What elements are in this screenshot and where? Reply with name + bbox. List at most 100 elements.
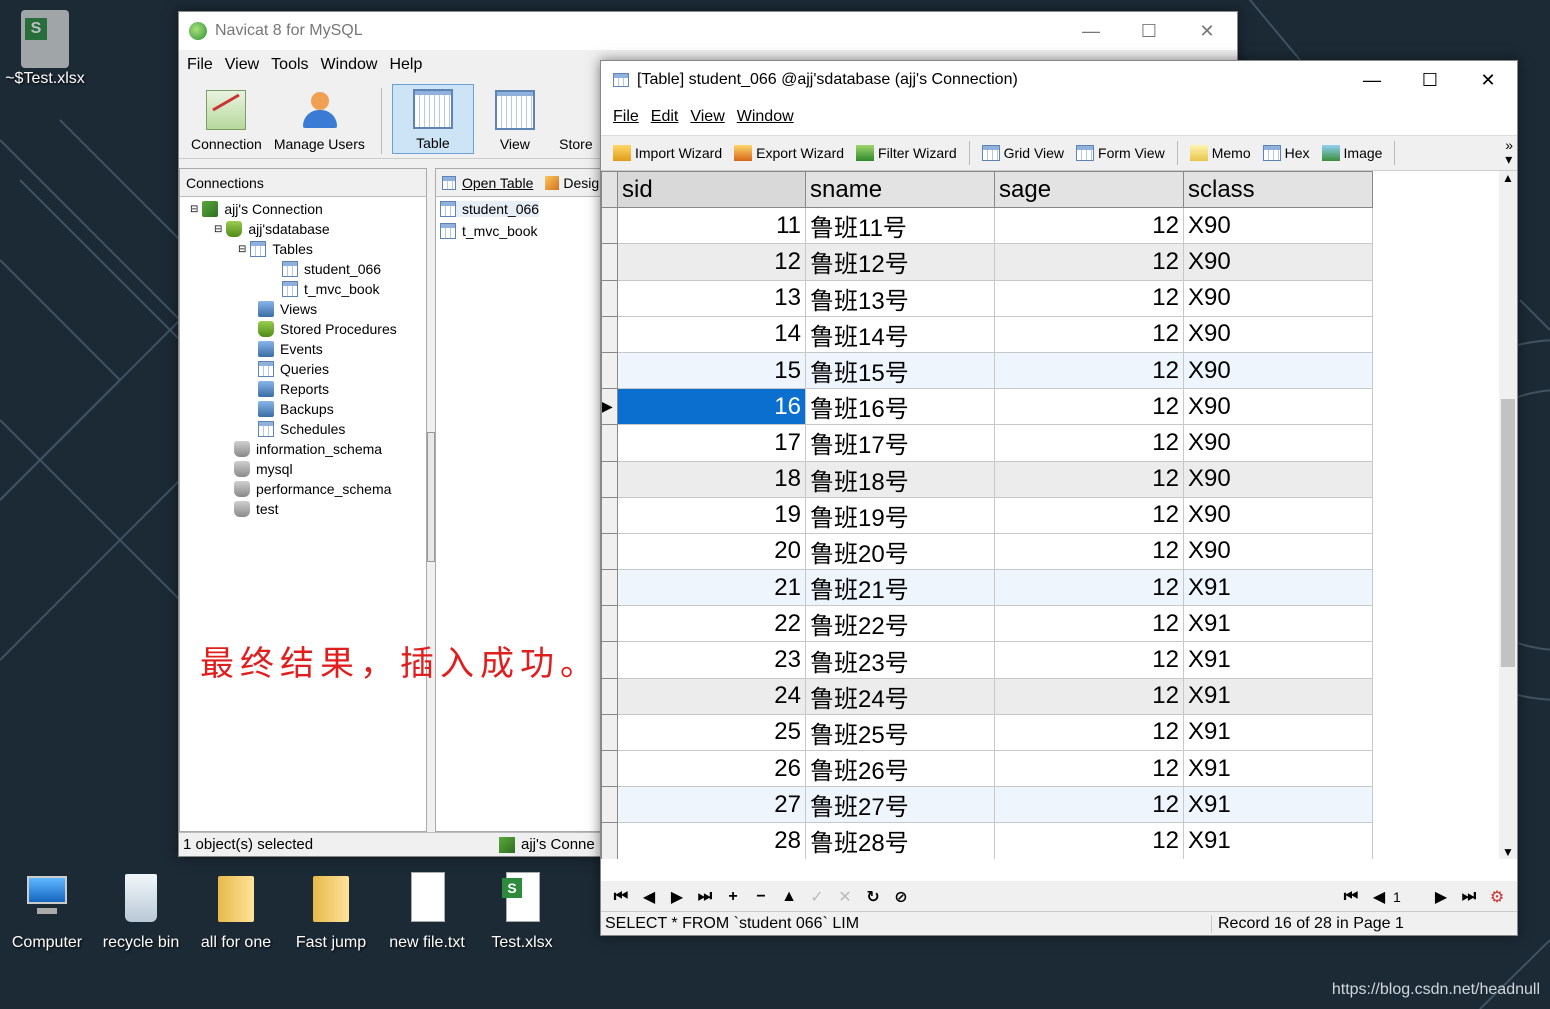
cell-sname[interactable]: 鲁班21号 <box>805 569 995 607</box>
page-settings-icon[interactable]: ⚙ <box>1483 887 1511 907</box>
cell-sid[interactable]: 15 <box>617 351 806 390</box>
table-row[interactable]: 18 鲁班18号 12 X90 <box>601 460 1373 498</box>
cell-sid[interactable]: 13 <box>617 279 806 317</box>
cell-sname[interactable]: 鲁班20号 <box>805 532 995 571</box>
table-row[interactable]: 25 鲁班25号 12 X91 <box>601 713 1373 752</box>
last-record-icon[interactable]: ⏭ <box>691 888 719 906</box>
close-button[interactable]: ✕ <box>1178 12 1236 50</box>
cell-sage[interactable]: 12 <box>994 713 1184 752</box>
cell-sclass[interactable]: X91 <box>1183 786 1373 824</box>
insert-record-icon[interactable]: + <box>719 888 747 906</box>
menu-edit[interactable]: Edit <box>645 108 685 126</box>
cell-sname[interactable]: 鲁班18号 <box>805 460 995 498</box>
cell-sname[interactable]: 鲁班15号 <box>805 351 995 390</box>
post-edit-icon[interactable]: ▲ <box>775 888 803 906</box>
menu-file[interactable]: File <box>179 56 219 74</box>
last-page-icon[interactable]: ⏭ <box>1455 888 1483 906</box>
first-page-icon[interactable]: ⏮ <box>1337 888 1365 906</box>
cell-sname[interactable]: 鲁班16号 <box>805 388 995 426</box>
menu-view[interactable]: View <box>219 56 265 74</box>
toolbar-overflow-icon[interactable]: » ▾ <box>1505 138 1513 166</box>
row-indicator[interactable] <box>601 532 618 571</box>
table-row[interactable]: 22 鲁班22号 12 X91 <box>601 605 1373 643</box>
menu-window[interactable]: Window <box>315 56 384 74</box>
cell-sid[interactable]: 17 <box>617 424 806 462</box>
cell-sage[interactable]: 12 <box>994 424 1184 462</box>
cell-sid[interactable]: 14 <box>617 315 806 353</box>
cell-sname[interactable]: 鲁班23号 <box>805 641 995 679</box>
table-button[interactable]: Table <box>391 84 474 154</box>
table-row[interactable]: 23 鲁班23号 12 X91 <box>601 641 1373 679</box>
desktop-icon-all-for-one[interactable]: all for one <box>191 870 281 952</box>
cell-sage[interactable]: 12 <box>994 351 1184 390</box>
cell-sclass[interactable]: X90 <box>1183 207 1373 245</box>
tree-connection[interactable]: ⊟ ajj's Connection <box>190 201 323 217</box>
minimize-button[interactable]: — <box>1343 61 1401 99</box>
tree-procedures[interactable]: Stored Procedures <box>258 321 397 337</box>
row-indicator[interactable] <box>601 460 618 498</box>
image-button[interactable]: Image <box>1316 145 1389 161</box>
menu-file[interactable]: File <box>607 108 645 126</box>
cell-sage[interactable]: 12 <box>994 677 1184 715</box>
table-row[interactable]: 17 鲁班17号 12 X90 <box>601 424 1373 462</box>
cell-sname[interactable]: 鲁班19号 <box>805 496 995 534</box>
cell-sage[interactable]: 12 <box>994 496 1184 534</box>
table-row[interactable]: 13 鲁班13号 12 X90 <box>601 279 1373 317</box>
tree-views[interactable]: Views <box>258 301 317 317</box>
row-indicator[interactable] <box>601 315 618 353</box>
row-indicator[interactable] <box>601 605 618 643</box>
column-header-sname[interactable]: sname <box>805 171 995 209</box>
tree-db-information-schema[interactable]: information_schema <box>234 441 382 457</box>
cell-sclass[interactable]: X91 <box>1183 677 1373 715</box>
cell-sid[interactable]: 18 <box>617 460 806 498</box>
table-row[interactable]: 27 鲁班27号 12 X91 <box>601 786 1373 824</box>
row-indicator[interactable] <box>601 786 618 824</box>
cell-sage[interactable]: 12 <box>994 279 1184 317</box>
cell-sid[interactable]: 27 <box>617 786 806 824</box>
cell-sname[interactable]: 鲁班25号 <box>805 713 995 752</box>
cell-sid[interactable]: 21 <box>617 569 806 607</box>
cell-sclass[interactable]: X90 <box>1183 351 1373 390</box>
design-table-button[interactable]: Desig <box>545 175 599 191</box>
scroll-down-icon[interactable]: ▼ <box>1499 845 1517 859</box>
tree-reports[interactable]: Reports <box>258 381 329 397</box>
tree-schedules[interactable]: Schedules <box>258 421 345 437</box>
table-row[interactable]: ▶ 16 鲁班16号 12 X90 <box>601 388 1373 426</box>
desktop-icon-temp-xlsx[interactable]: S ~$Test.xlsx <box>0 10 90 88</box>
cell-sid[interactable]: 22 <box>617 605 806 643</box>
cell-sname[interactable]: 鲁班14号 <box>805 315 995 353</box>
scroll-up-icon[interactable]: ▲ <box>1499 171 1517 185</box>
table-row[interactable]: 20 鲁班20号 12 X90 <box>601 532 1373 571</box>
cell-sclass[interactable]: X91 <box>1183 641 1373 679</box>
menu-help[interactable]: Help <box>383 56 428 74</box>
tree-db-performance-schema[interactable]: performance_schema <box>234 481 391 497</box>
cell-sid[interactable]: 12 <box>617 243 806 281</box>
cell-sname[interactable]: 鲁班24号 <box>805 677 995 715</box>
cell-sclass[interactable]: X90 <box>1183 315 1373 353</box>
cell-sclass[interactable]: X91 <box>1183 713 1373 752</box>
cell-sage[interactable]: 12 <box>994 243 1184 281</box>
page-number-field[interactable]: 1 <box>1393 889 1427 905</box>
filter-wizard-button[interactable]: Filter Wizard <box>850 145 963 161</box>
tree-db-test[interactable]: test <box>234 501 279 517</box>
hex-button[interactable]: Hex <box>1257 145 1316 161</box>
tree-table-book[interactable]: t_mvc_book <box>282 281 379 297</box>
column-header-sid[interactable]: sid <box>617 171 806 209</box>
cell-sage[interactable]: 12 <box>994 388 1184 426</box>
menu-window[interactable]: Window <box>731 108 800 126</box>
desktop-icon-new-file[interactable]: new file.txt <box>382 870 472 952</box>
tree-events[interactable]: Events <box>258 341 323 357</box>
row-indicator[interactable] <box>601 749 618 788</box>
cell-sage[interactable]: 12 <box>994 605 1184 643</box>
tree-table-student[interactable]: student_066 <box>282 261 381 277</box>
cell-sclass[interactable]: X90 <box>1183 279 1373 317</box>
desktop-icon-recycle-bin[interactable]: recycle bin <box>96 870 186 952</box>
cell-sname[interactable]: 鲁班12号 <box>805 243 995 281</box>
grid-view-button[interactable]: Grid View <box>976 145 1070 161</box>
row-indicator[interactable] <box>601 641 618 679</box>
prior-page-icon[interactable]: ◀ <box>1365 887 1393 907</box>
export-wizard-button[interactable]: Export Wizard <box>728 145 850 161</box>
cell-sage[interactable]: 12 <box>994 641 1184 679</box>
row-indicator[interactable] <box>601 207 618 245</box>
cell-sclass[interactable]: X90 <box>1183 243 1373 281</box>
